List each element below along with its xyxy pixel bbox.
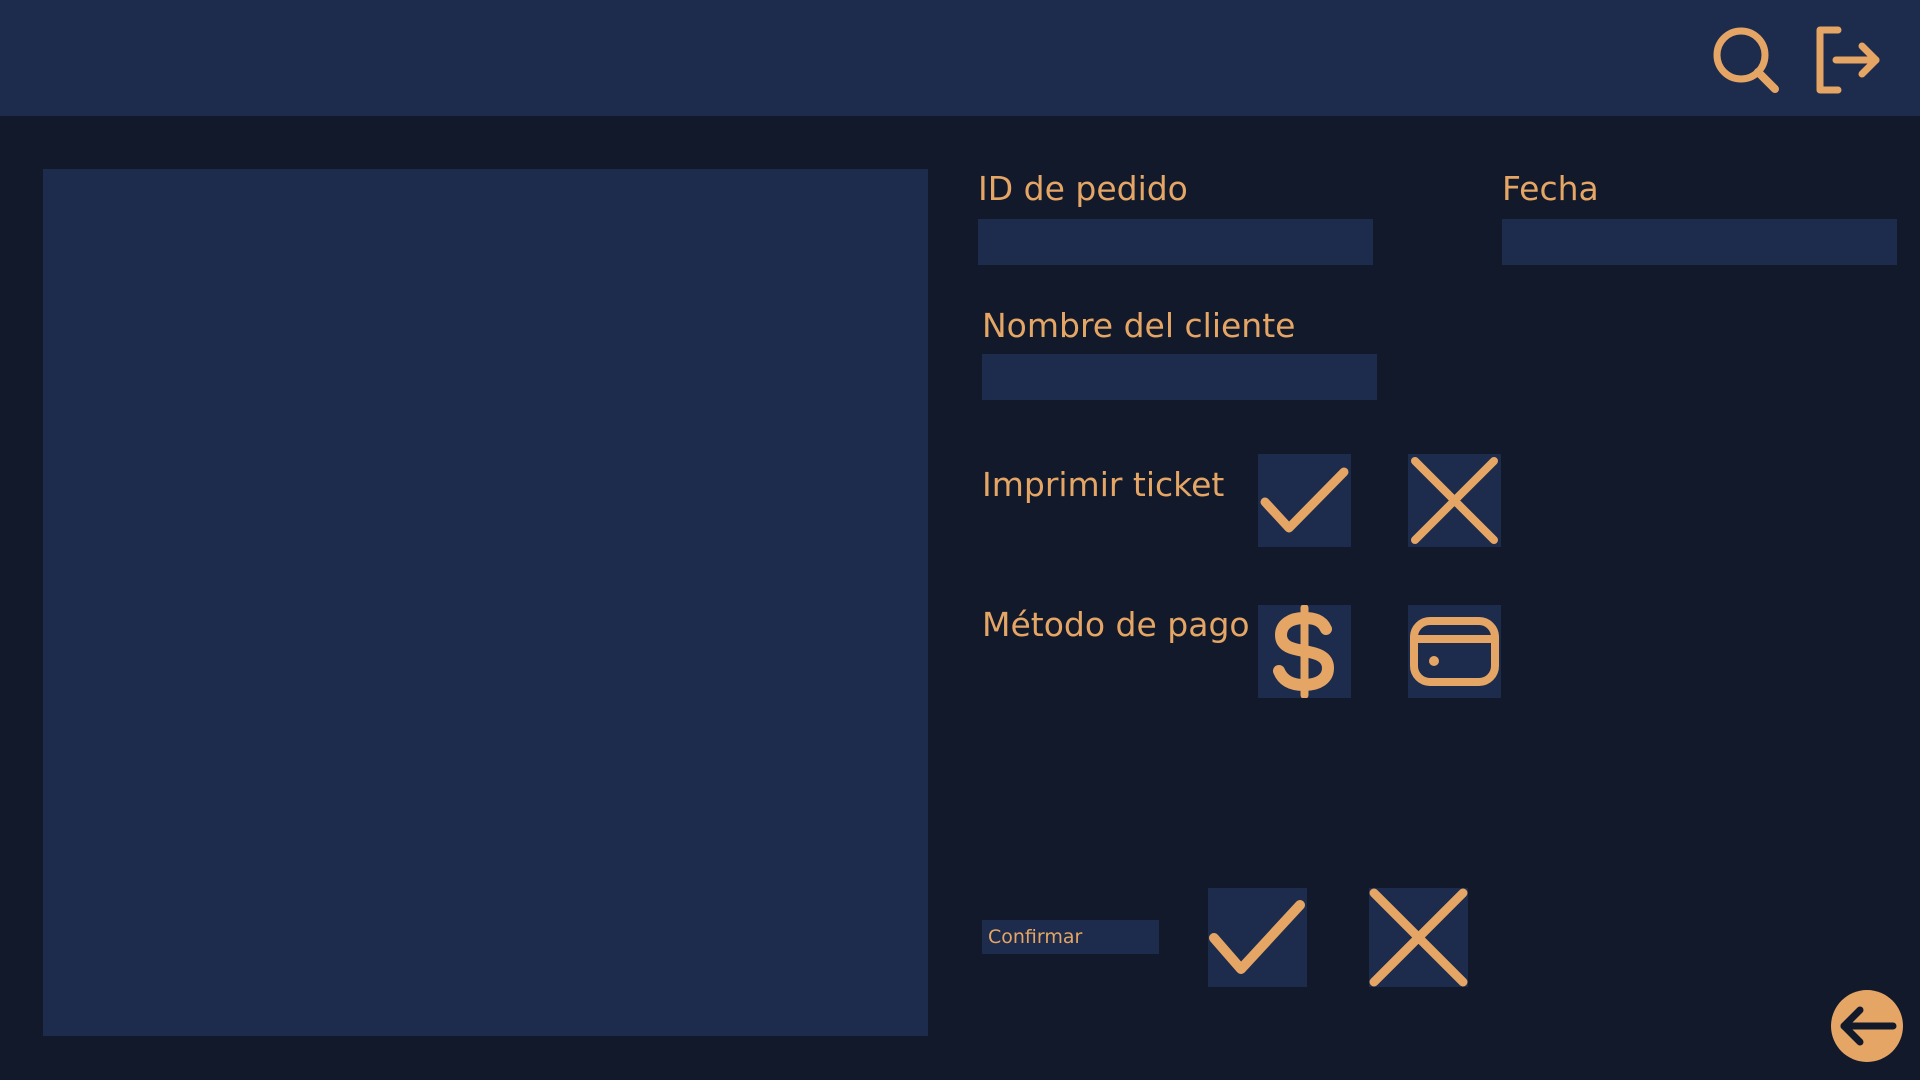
customer-name-label: Nombre del cliente xyxy=(982,306,1296,345)
payment-method-label: Método de pago xyxy=(982,605,1250,644)
logout-button[interactable] xyxy=(1812,24,1884,96)
search-icon xyxy=(1713,27,1779,93)
order-id-input[interactable] xyxy=(978,219,1373,265)
date-input[interactable] xyxy=(1502,219,1897,265)
confirm-yes-button[interactable] xyxy=(1208,888,1307,987)
arrow-left-icon xyxy=(1840,1006,1897,1046)
back-button[interactable] xyxy=(1831,990,1903,1062)
pay-card-button[interactable] xyxy=(1408,605,1501,698)
dollar-icon xyxy=(1273,605,1335,698)
print-ticket-yes-button[interactable] xyxy=(1258,454,1351,547)
top-bar xyxy=(0,0,1920,116)
customer-name-input[interactable] xyxy=(982,354,1377,400)
confirm-no-button[interactable] xyxy=(1369,888,1468,987)
close-icon xyxy=(1369,888,1468,987)
check-icon xyxy=(1260,467,1349,533)
search-button[interactable] xyxy=(1710,24,1782,96)
close-icon xyxy=(1411,457,1498,544)
print-ticket-no-button[interactable] xyxy=(1408,454,1501,547)
pay-cash-button[interactable] xyxy=(1258,605,1351,698)
check-icon xyxy=(1209,900,1305,974)
date-label: Fecha xyxy=(1502,169,1599,208)
order-id-label: ID de pedido xyxy=(978,169,1188,208)
credit-card-icon xyxy=(1410,617,1499,686)
confirm-label: Confirmar xyxy=(982,920,1159,954)
logout-icon xyxy=(1816,26,1880,94)
print-ticket-label: Imprimir ticket xyxy=(982,465,1225,504)
order-items-panel xyxy=(43,169,928,1036)
